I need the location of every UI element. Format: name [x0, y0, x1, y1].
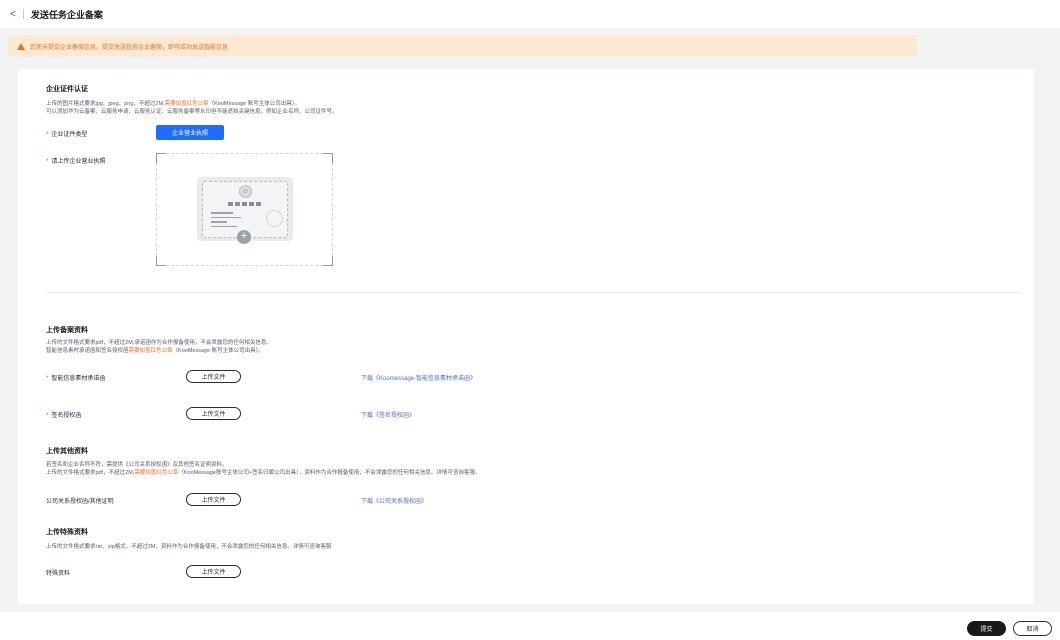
corner-mark — [323, 153, 333, 163]
upload-license-label: * 请上传企业营业执照 — [46, 159, 106, 165]
page-title: 发送任务企业备案 — [30, 9, 103, 20]
text-lines — [211, 212, 241, 230]
license-upload-area[interactable]: ☺ + — [156, 153, 333, 266]
filing-heading: 上传备案资料 — [46, 327, 88, 334]
required-mark: * — [46, 376, 49, 382]
required-mark: * — [46, 159, 49, 165]
cert-type-button[interactable]: 企业营业执照 — [156, 125, 224, 140]
back-arrow-icon[interactable]: < — [10, 9, 16, 20]
license-placeholder-icon: ☺ + — [197, 177, 293, 244]
upload-file-button[interactable]: 上传文件 — [186, 407, 241, 420]
required-mark: * — [46, 413, 49, 419]
cancel-button[interactable]: 取消 — [1013, 621, 1052, 636]
filing-row-label: * 签名授权函 — [46, 413, 82, 419]
corner-mark — [323, 256, 333, 266]
form-card: 企业证件认证 上传的图片格式要求jpg、jpeg、png，不超过2M,需要加盖红… — [18, 69, 1034, 604]
upload-file-button[interactable]: 上传文件 — [186, 565, 241, 578]
cert-desc-1: 上传的图片格式要求jpg、jpeg、png，不超过2M,需要加盖红色公章（Koo… — [46, 101, 300, 107]
footer-bar: 提交 取消 — [0, 612, 1060, 640]
header-divider — [22, 9, 24, 19]
cert-desc-2: 可以添加华为云备案、云服务申请、云服务认证、云服务备案等水印但不能遮挡关键信息，… — [46, 109, 338, 115]
filing-row-label: * 智能信息素材承诺函 — [46, 376, 106, 382]
special-desc: 上传的文件格式要求rar、zip格式，不超过2M，资料作为合作报备使用，不会泄露… — [46, 544, 332, 550]
page-header: < 发送任务企业备案 — [0, 0, 1060, 28]
cert-heading: 企业证件认证 — [46, 86, 88, 93]
stamp-icon — [266, 210, 283, 227]
special-row-label: 特殊资料 — [46, 571, 71, 577]
other-desc-2: 上传的文件格式要求pdf，不超过2M,需要加盖红色公章（KooMessage账号… — [46, 470, 481, 476]
filing-desc-2: 智能信息素材承诺函和签名授权函需要加盖红色公章（KooMessage 账号主体公… — [46, 348, 264, 354]
warning-icon — [17, 42, 25, 50]
other-heading: 上传其他资料 — [46, 448, 88, 455]
emblem-icon: ☺ — [239, 185, 252, 198]
corner-mark — [156, 256, 166, 266]
special-heading: 上传特殊资料 — [46, 529, 88, 536]
other-row-label: 公司关系授权函/其他证明 — [46, 499, 114, 505]
cert-type-label: * 企业证件类型 — [46, 132, 88, 138]
other-desc-1: 若签名和企业名称不符，需提供《公司关系授权函》及其他签名证明资料。 — [46, 462, 228, 468]
download-link[interactable]: 下载《Koomessage-智能信息素材承诺函》 — [361, 373, 476, 382]
corner-mark — [156, 153, 166, 163]
required-mark: * — [46, 132, 49, 138]
upload-file-button[interactable]: 上传文件 — [186, 493, 241, 506]
filing-desc-1: 上传的文件格式要求pdf，不超过2M,承诺函作为合作报备使用，不会泄露您的任何相… — [46, 340, 272, 346]
warning-text: 您还未提交企业备案信息，提交发送任务企业备案，即可成功发送智能信息 — [30, 44, 229, 51]
submit-button[interactable]: 提交 — [967, 621, 1006, 636]
warning-banner: 您还未提交企业备案信息，提交发送任务企业备案，即可成功发送智能信息 — [8, 35, 917, 57]
upload-file-button[interactable]: 上传文件 — [186, 370, 241, 383]
add-icon[interactable]: + — [237, 230, 251, 244]
title-blocks — [228, 202, 261, 206]
download-link[interactable]: 下载《公司关系授权函》 — [361, 496, 427, 505]
section-divider — [46, 292, 1020, 293]
download-link[interactable]: 下载《签名授权函》 — [361, 410, 415, 419]
